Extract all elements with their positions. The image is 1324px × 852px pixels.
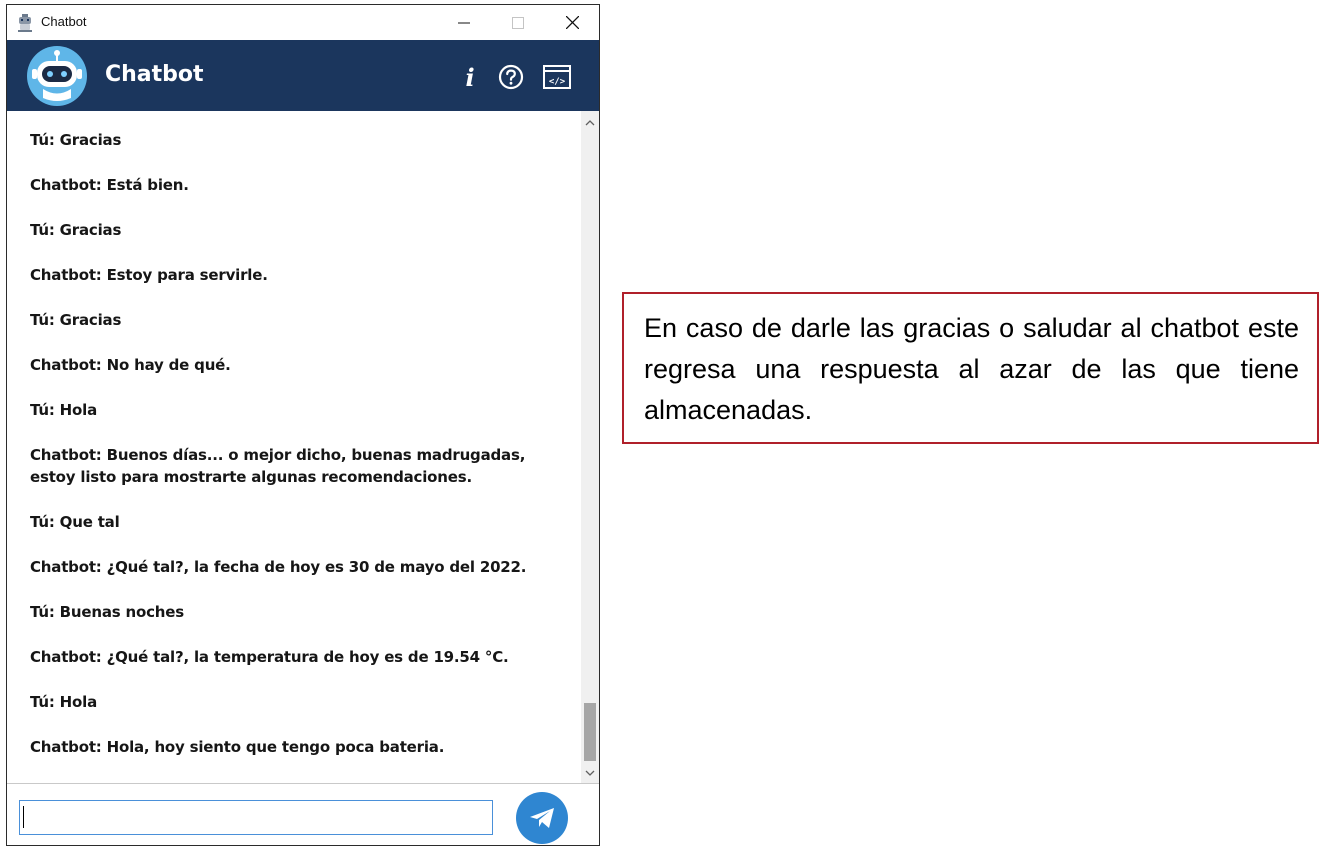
chevron-down-icon: [585, 770, 595, 776]
annotation-box: En caso de darle las gracias o saludar a…: [622, 292, 1319, 444]
chatbot-window: Chatbot Chatbot i </> Tú: Gracias Chatbo…: [6, 4, 600, 846]
chat-message: Tú: Gracias: [30, 131, 122, 149]
chat-message: Chatbot: Estoy para servirle.: [30, 266, 268, 284]
robot-avatar-icon: [27, 46, 87, 106]
info-icon: i: [465, 62, 475, 92]
minimize-button[interactable]: [437, 5, 491, 40]
title-bar[interactable]: Chatbot: [7, 5, 599, 40]
maximize-button[interactable]: [491, 5, 545, 40]
code-icon: </>: [543, 65, 571, 89]
svg-text:</>: </>: [549, 77, 566, 87]
info-button[interactable]: i: [455, 62, 485, 92]
scroll-thumb[interactable]: [584, 703, 596, 761]
paper-plane-icon: [530, 808, 554, 828]
message-input[interactable]: [19, 800, 493, 835]
chat-message: Chatbot: ¿Qué tal?, la fecha de hoy es 3…: [30, 558, 527, 576]
chat-message: Chatbot: Buenos días... o mejor dicho, b…: [30, 446, 526, 486]
send-button[interactable]: [516, 792, 568, 844]
chat-message: Tú: Gracias: [30, 221, 122, 239]
text-caret: [23, 806, 24, 828]
chat-message: Chatbot: Está bien.: [30, 176, 189, 194]
close-icon: [565, 16, 579, 29]
chat-message: Tú: Buenas noches: [30, 603, 184, 621]
chat-history[interactable]: Tú: Gracias Chatbot: Está bien. Tú: Grac…: [7, 111, 581, 783]
input-bar: [7, 783, 599, 845]
chat-message: Tú: Hola: [30, 693, 98, 711]
window-title: Chatbot: [41, 14, 87, 29]
chat-message: Chatbot: Hola, hoy siento que tengo poca…: [30, 738, 445, 756]
app-header: Chatbot i </>: [7, 40, 599, 111]
chat-message: Tú: Que tal: [30, 513, 120, 531]
scroll-up-button[interactable]: [581, 115, 599, 131]
chat-message: Tú: Gracias: [30, 311, 122, 329]
help-icon: [498, 64, 524, 90]
minimize-icon: [458, 22, 470, 23]
help-button[interactable]: [496, 62, 526, 92]
scroll-down-button[interactable]: [581, 765, 599, 781]
close-button[interactable]: [545, 5, 599, 40]
chat-message: Chatbot: ¿Qué tal?, la temperatura de ho…: [30, 648, 509, 666]
code-button[interactable]: </>: [542, 62, 572, 92]
robot-icon: [17, 14, 33, 32]
chat-scrollbar[interactable]: [581, 111, 599, 783]
chat-message: Chatbot: No hay de qué.: [30, 356, 231, 374]
annotation-text: En caso de darle las gracias o saludar a…: [644, 313, 1299, 425]
chevron-up-icon: [585, 120, 595, 126]
maximize-icon: [512, 16, 524, 29]
chat-message: Tú: Hola: [30, 401, 98, 419]
app-title: Chatbot: [105, 62, 204, 87]
